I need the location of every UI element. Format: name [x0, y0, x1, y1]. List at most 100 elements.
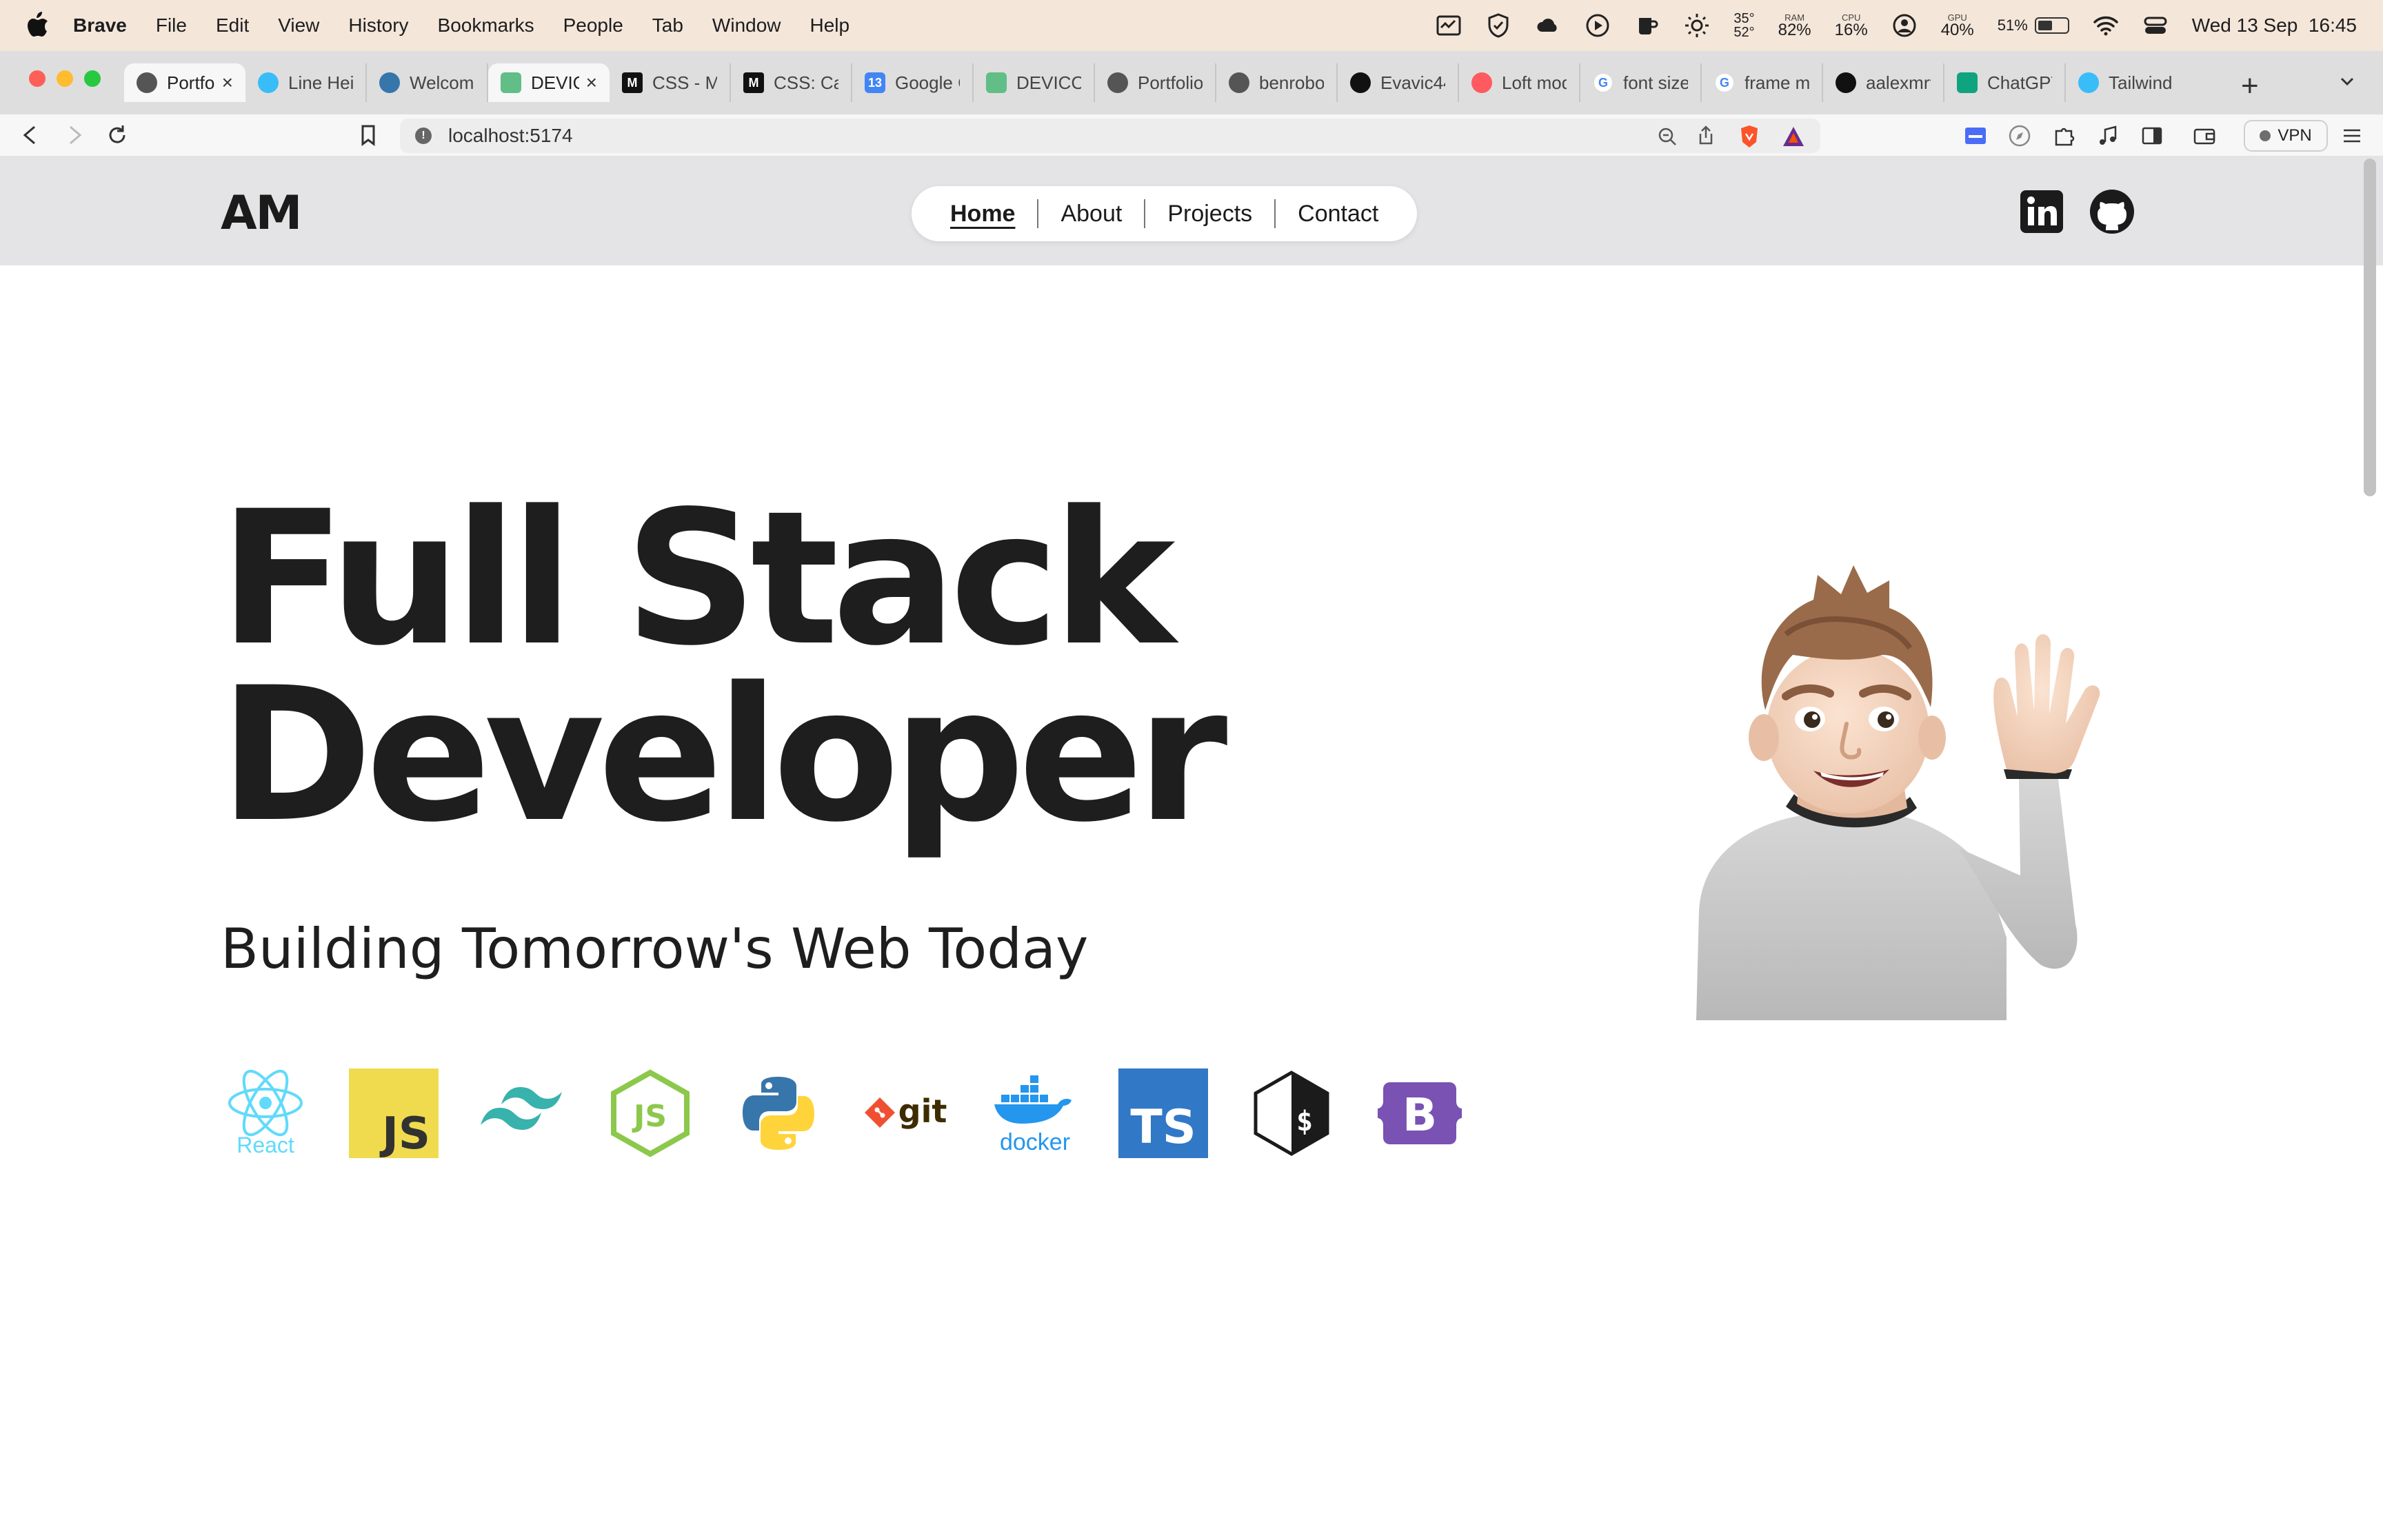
user-circle-icon[interactable]	[1891, 12, 1918, 39]
menu-bookmarks[interactable]: Bookmarks	[438, 14, 534, 37]
nav-contact[interactable]: Contact	[1276, 200, 1400, 227]
tab-title: Google C	[895, 72, 960, 93]
bookmark-icon[interactable]	[356, 123, 381, 148]
menu-edit[interactable]: Edit	[216, 14, 249, 37]
play-icon[interactable]	[1585, 12, 1611, 39]
share-icon[interactable]	[1696, 125, 1716, 146]
zoom-icon[interactable]	[1658, 127, 1677, 146]
temperature-readout[interactable]: 35° 52°	[1733, 12, 1754, 39]
gpu-readout[interactable]: GPU 40%	[1941, 13, 1974, 39]
control-center-icon[interactable]	[2142, 12, 2169, 39]
javascript-icon: JS	[349, 1068, 439, 1158]
wifi-icon[interactable]	[2093, 12, 2119, 39]
nav-home[interactable]: Home	[928, 200, 1037, 227]
github-icon	[1350, 72, 1371, 93]
weather-icon[interactable]	[1535, 12, 1561, 39]
google-icon: G	[1593, 72, 1613, 93]
menu-app-name[interactable]: Brave	[73, 14, 127, 37]
site-info-icon[interactable]: !	[415, 128, 432, 144]
docker-caption: docker	[1000, 1129, 1070, 1155]
bash-icon: $	[1254, 1071, 1329, 1156]
vpn-button[interactable]: VPN	[2244, 120, 2328, 152]
linkedin-icon[interactable]	[2019, 189, 2064, 234]
menu-history[interactable]: History	[348, 14, 408, 37]
battery-status[interactable]: 51%	[1998, 17, 2069, 34]
menu-file[interactable]: File	[156, 14, 187, 37]
nav-about[interactable]: About	[1038, 200, 1144, 227]
tab-devicon[interactable]: DEVICON	[974, 63, 1095, 102]
tab-line-height[interactable]: Line Heig	[245, 63, 367, 102]
react-icon: React	[228, 1069, 303, 1157]
back-icon[interactable]	[18, 123, 43, 148]
brave-shields-icon[interactable]	[1738, 124, 1761, 149]
tab-title: ChatGPT	[1987, 72, 2052, 93]
extensions-puzzle-icon[interactable]	[2052, 124, 2075, 148]
hero-title: Full Stack Developer	[219, 472, 1227, 848]
vpn-label: VPN	[2278, 126, 2312, 145]
status-area: 35° 52° RAM 82% CPU 16% GPU 40% 51% Wed …	[1412, 0, 2357, 51]
hamburger-menu-icon[interactable]	[2340, 124, 2364, 148]
menubar-clock[interactable]: Wed 13 Sep 16:45	[2192, 14, 2357, 37]
site-logo[interactable]: AM	[221, 186, 302, 241]
tab-aalexmrt[interactable]: aalexmrt	[1823, 63, 1944, 102]
brave-rewards-icon[interactable]	[1782, 125, 1805, 148]
tab-title: Tailwind	[2109, 72, 2173, 93]
wallet-icon[interactable]	[2193, 124, 2216, 148]
tab-font-sizes[interactable]: G font sizes	[1580, 63, 1702, 102]
tab-loft-mod[interactable]: Loft mod	[1459, 63, 1580, 102]
activity-monitor-icon[interactable]	[1436, 12, 1462, 39]
close-tab-icon[interactable]: ×	[222, 72, 233, 94]
memoji-avatar-waving	[1696, 565, 2100, 1020]
tab-portfolio[interactable]: Portfo ×	[124, 63, 245, 102]
coffee-icon[interactable]	[1634, 12, 1660, 39]
tab-tailwind[interactable]: Tailwind	[2066, 63, 2187, 102]
tab-search-chevron-icon[interactable]	[2339, 73, 2355, 90]
tab-css-mdn[interactable]: M CSS - MD	[610, 63, 731, 102]
sidebar-icon[interactable]	[2140, 124, 2164, 148]
cpu-readout[interactable]: CPU 16%	[1835, 13, 1868, 39]
tab-frame-motion[interactable]: G frame mo	[1702, 63, 1823, 102]
ram-readout[interactable]: RAM 82%	[1778, 13, 1811, 39]
tailwind-icon	[481, 1087, 562, 1130]
nav-projects[interactable]: Projects	[1145, 200, 1274, 227]
google-icon: G	[1714, 72, 1735, 93]
brightness-icon[interactable]	[1684, 12, 1710, 39]
cpu-value: 16%	[1834, 20, 1868, 39]
menu-view[interactable]: View	[278, 14, 319, 37]
new-tab-button[interactable]: +	[2241, 69, 2259, 103]
address-bar[interactable]: ! localhost:5174	[400, 119, 1820, 153]
url-text[interactable]: localhost:5174	[448, 125, 573, 147]
menu-people[interactable]: People	[563, 14, 623, 37]
tab-title: DEVICON	[1016, 72, 1081, 93]
tab-title: frame mo	[1744, 72, 1809, 93]
menu-window[interactable]: Window	[712, 14, 781, 37]
minimize-window-button[interactable]	[57, 70, 73, 87]
shield-icon[interactable]	[1485, 12, 1511, 39]
tab-devicon-active[interactable]: DEVIC ×	[488, 63, 610, 102]
tab-portfolio-2[interactable]: Portfolio	[1095, 63, 1216, 102]
zoom-window-button[interactable]	[84, 70, 101, 87]
github-icon[interactable]	[2089, 189, 2135, 234]
tech-stack-icons: React JS JS git docker TS $ B	[221, 1068, 1503, 1158]
tailwind-icon	[258, 72, 279, 93]
tab-google-calendar[interactable]: 13 Google C	[852, 63, 974, 102]
vpn-status-dot	[2260, 130, 2271, 141]
extension-keyboard-icon[interactable]	[1964, 124, 1987, 148]
tab-css-cascade[interactable]: M CSS: Cas	[731, 63, 852, 102]
reload-icon[interactable]	[105, 123, 130, 148]
page-scrollbar-thumb[interactable]	[2364, 159, 2376, 496]
forward-icon[interactable]	[62, 123, 87, 148]
hero-title-line-1: Full Stack	[219, 472, 1176, 687]
menu-help[interactable]: Help	[810, 14, 850, 37]
apple-icon[interactable]	[26, 12, 50, 39]
close-tab-icon[interactable]: ×	[586, 72, 597, 94]
compass-icon[interactable]	[2008, 124, 2031, 148]
music-icon[interactable]	[2096, 124, 2120, 148]
tab-evavic44[interactable]: Evavic44	[1338, 63, 1459, 102]
close-window-button[interactable]	[29, 70, 46, 87]
main-nav: Home About Projects Contact	[912, 186, 1418, 241]
tab-welcome[interactable]: Welcome	[367, 63, 488, 102]
tab-chatgpt[interactable]: ChatGPT	[1944, 63, 2066, 102]
menu-tab[interactable]: Tab	[652, 14, 683, 37]
tab-benrobo[interactable]: benrobo	[1216, 63, 1338, 102]
